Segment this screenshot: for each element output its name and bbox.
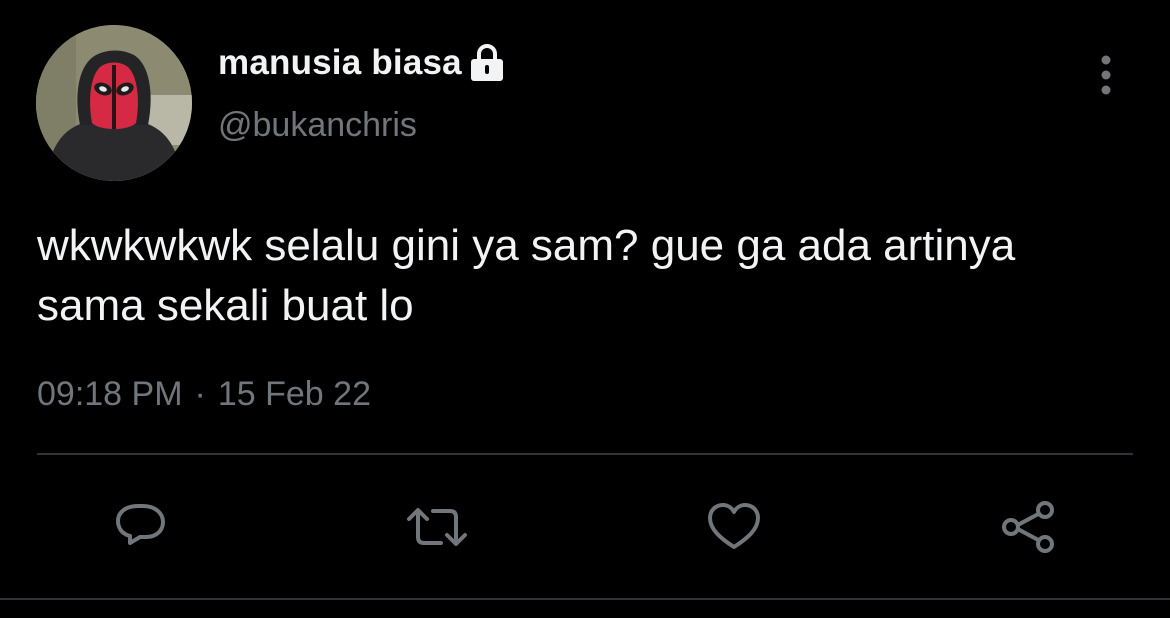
like-button[interactable] (702, 495, 766, 559)
like-icon (708, 503, 760, 549)
avatar[interactable] (36, 25, 192, 181)
reply-icon (116, 504, 165, 545)
tweet-date: 15 Feb 22 (217, 375, 371, 413)
bottom-divider (0, 598, 1170, 600)
lock-icon (470, 44, 504, 82)
retweet-icon (407, 508, 467, 546)
more-vertical-icon (1101, 55, 1111, 95)
action-bar (0, 495, 1170, 559)
more-options-button[interactable] (1090, 52, 1122, 98)
name-row: manusia biasa (218, 40, 504, 86)
share-icon (1002, 501, 1054, 553)
timestamp-separator: · (194, 375, 206, 413)
share-button[interactable] (997, 495, 1061, 559)
tweet-timestamp[interactable]: 09:18 PM · 15 Feb 22 (37, 375, 371, 414)
user-handle[interactable]: @bukanchris (218, 106, 417, 145)
display-name[interactable]: manusia biasa (218, 43, 462, 83)
reply-button[interactable] (108, 495, 172, 559)
tweet-card: manusia biasa @bukanchris wkwkwkwk selal… (0, 0, 1170, 618)
tweet-time: 09:18 PM (37, 375, 183, 413)
avatar-image (36, 25, 192, 181)
divider (37, 453, 1133, 455)
tweet-text: wkwkwkwk selalu gini ya sam? gue ga ada … (37, 221, 1016, 330)
retweet-button[interactable] (405, 495, 469, 559)
